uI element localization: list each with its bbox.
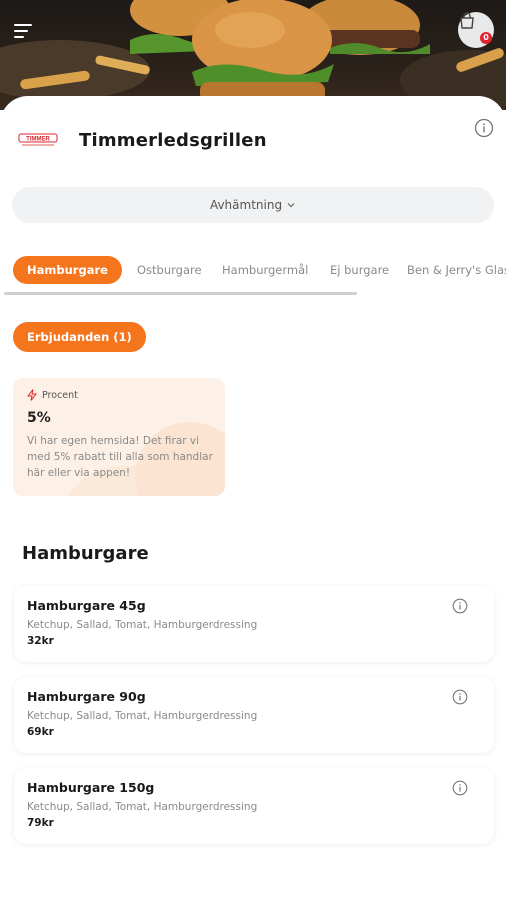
promo-type: Procent	[27, 389, 78, 401]
promo-description: Vi har egen hemsida! Det firar vi med 5%…	[27, 435, 213, 479]
info-icon[interactable]	[452, 598, 468, 614]
shopping-bag-icon	[460, 12, 474, 29]
tab-ben-jerrys[interactable]: Ben & Jerry's Glas	[407, 256, 506, 284]
offers-button[interactable]: Erbjudanden (1)	[13, 322, 146, 352]
tab-ej-burgare[interactable]: Ej burgare	[330, 256, 389, 284]
cart-button[interactable]: 0	[458, 12, 494, 48]
item-name: Hamburgare 45g	[27, 598, 146, 613]
item-price: 69kr	[27, 726, 54, 738]
menu-item-card[interactable]: Hamburgare 150g Ketchup, Sallad, Tomat, …	[14, 768, 494, 844]
item-description: Ketchup, Sallad, Tomat, Hamburgerdressin…	[27, 801, 258, 813]
promo-value: 5%	[27, 410, 51, 426]
lightning-icon	[27, 389, 37, 401]
item-name: Hamburgare 90g	[27, 689, 146, 704]
delivery-mode-label: Avhämtning	[209, 198, 283, 212]
tab-hamburgare[interactable]: Hamburgare	[13, 256, 122, 284]
store-sheet: TIMMER Timmerledsgrillen Avhämtning Hamb…	[0, 96, 506, 900]
hero-banner: 0	[0, 0, 506, 110]
hamburger-menu-icon	[14, 24, 32, 26]
category-tabs: Hamburgare Ostburgare Hamburgermål Ej bu…	[0, 256, 506, 286]
item-description: Ketchup, Sallad, Tomat, Hamburgerdressin…	[27, 619, 258, 631]
svg-text:TIMMER: TIMMER	[26, 137, 50, 143]
item-description: Ketchup, Sallad, Tomat, Hamburgerdressin…	[27, 710, 258, 722]
menu-item-card[interactable]: Hamburgare 45g Ketchup, Sallad, Tomat, H…	[14, 586, 494, 662]
store-logo: TIMMER	[18, 133, 58, 146]
section-title: Hamburgare	[22, 543, 149, 564]
tab-ostburgare[interactable]: Ostburgare	[137, 256, 202, 284]
cart-badge: 0	[480, 32, 492, 44]
item-price: 79kr	[27, 817, 54, 829]
store-name: Timmerledsgrillen	[79, 130, 267, 151]
menu-button[interactable]	[14, 22, 36, 40]
delivery-mode-selector[interactable]: Avhämtning	[12, 187, 494, 223]
item-name: Hamburgare 150g	[27, 780, 155, 795]
info-icon[interactable]	[452, 689, 468, 705]
info-icon[interactable]	[474, 118, 494, 138]
chevron-down-icon	[287, 203, 295, 208]
item-price: 32kr	[27, 635, 54, 647]
burger-photo	[0, 0, 506, 110]
promo-card[interactable]: Procent 5% Vi har egen hemsida! Det fira…	[13, 378, 225, 496]
tab-hamburgermal[interactable]: Hamburgermål	[222, 256, 308, 284]
info-icon[interactable]	[452, 780, 468, 796]
tabs-scroll-indicator	[4, 292, 357, 295]
promo-type-label: Procent	[42, 389, 78, 401]
menu-item-card[interactable]: Hamburgare 90g Ketchup, Sallad, Tomat, H…	[14, 677, 494, 753]
